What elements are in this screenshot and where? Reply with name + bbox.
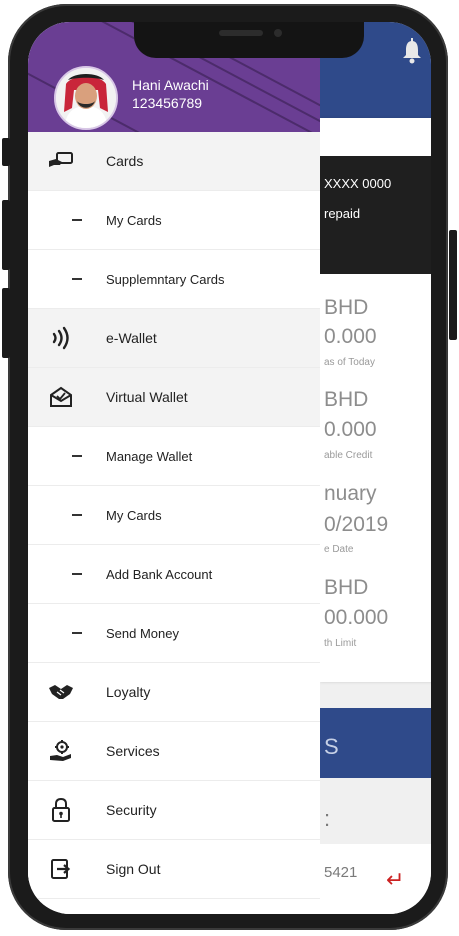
menu-item-send-money[interactable]: Send Money <box>28 604 320 663</box>
sub-item-dash <box>72 455 82 457</box>
menu-item-label: Sign Out <box>106 861 161 877</box>
sign-out-icon <box>48 856 74 882</box>
navigation-drawer: Hani Awachi 123456789 Cards My Cards Sup… <box>28 22 320 914</box>
menu-item-label: Cards <box>106 153 144 169</box>
menu-item-label: Services <box>106 743 160 759</box>
hand-gear-icon <box>48 738 74 764</box>
phone-volume-up-button <box>2 200 10 270</box>
menu-item-label: My Cards <box>106 507 162 523</box>
menu-item-wallet-my-cards[interactable]: My Cards <box>28 486 320 545</box>
sub-item-dash <box>72 632 82 634</box>
user-photo <box>56 68 116 128</box>
menu-item-label: Virtual Wallet <box>106 389 188 405</box>
phone-power-button <box>449 230 457 340</box>
speaker-grille <box>219 30 263 36</box>
menu-item-my-cards[interactable]: My Cards <box>28 191 320 250</box>
menu-item-add-bank-account[interactable]: Add Bank Account <box>28 545 320 604</box>
user-id: 123456789 <box>132 95 203 111</box>
account-number: 5421 <box>324 864 358 881</box>
menu-item-label: Add Bank Account <box>106 566 213 582</box>
bell-icon[interactable] <box>400 38 424 64</box>
menu-item-label: My Cards <box>106 212 162 228</box>
return-arrow-icon[interactable]: ↵ <box>386 869 404 891</box>
phone-notch <box>134 22 364 58</box>
section-heading: : <box>324 806 331 831</box>
card-number: XXXX 0000 <box>324 176 392 191</box>
due-date: 0/2019 <box>324 513 389 536</box>
balance-value: 0.000 <box>324 325 377 348</box>
avatar[interactable] <box>54 66 118 130</box>
available-caption: able Credit <box>324 450 373 461</box>
menu-item-label: Manage Wallet <box>106 448 193 464</box>
user-name: Hani Awachi <box>132 77 209 93</box>
phone-screen: XXXX 0000 repaid BHD 0.000 as of Today B… <box>28 22 431 914</box>
menu-item-virtual-wallet[interactable]: Virtual Wallet <box>28 368 320 427</box>
front-camera <box>274 29 282 37</box>
open-envelope-icon <box>48 384 74 410</box>
limit-currency: BHD <box>324 576 369 599</box>
menu-item-e-wallet[interactable]: e-Wallet <box>28 309 320 368</box>
menu-item-label: Send Money <box>106 625 179 641</box>
balance-currency: BHD <box>324 296 369 319</box>
card-type: repaid <box>324 206 361 221</box>
menu-item-security[interactable]: Security <box>28 781 320 840</box>
menu-item-cards[interactable]: Cards <box>28 132 320 191</box>
drawer-menu: Cards My Cards Supplemntary Cards e-Wall… <box>28 132 320 899</box>
handshake-icon <box>48 679 74 705</box>
limit-value: 00.000 <box>324 606 389 629</box>
limit-caption: th Limit <box>324 638 357 649</box>
menu-item-sign-out[interactable]: Sign Out <box>28 840 320 899</box>
sub-item-dash <box>72 514 82 516</box>
sub-item-dash <box>72 219 82 221</box>
menu-item-loyalty[interactable]: Loyalty <box>28 663 320 722</box>
menu-item-label: Loyalty <box>106 684 151 700</box>
phone-volume-down-button <box>2 288 10 358</box>
card-hand-icon <box>48 148 74 174</box>
available-value: 0.000 <box>324 418 377 441</box>
padlock-icon <box>48 797 74 823</box>
phone-mute-switch <box>2 138 10 166</box>
menu-item-label: Supplemntary Cards <box>106 271 225 287</box>
menu-item-label: Security <box>106 802 157 818</box>
primary-action-label: S <box>324 734 339 759</box>
available-currency: BHD <box>324 388 369 411</box>
sub-item-dash <box>72 573 82 575</box>
due-caption: e Date <box>324 544 354 555</box>
menu-item-manage-wallet[interactable]: Manage Wallet <box>28 427 320 486</box>
menu-item-services[interactable]: Services <box>28 722 320 781</box>
due-month: nuary <box>324 482 377 505</box>
menu-item-label: e-Wallet <box>106 330 157 346</box>
balance-caption: as of Today <box>324 357 375 368</box>
contactless-icon <box>48 325 74 351</box>
menu-item-supplementary-cards[interactable]: Supplemntary Cards <box>28 250 320 309</box>
sub-item-dash <box>72 278 82 280</box>
